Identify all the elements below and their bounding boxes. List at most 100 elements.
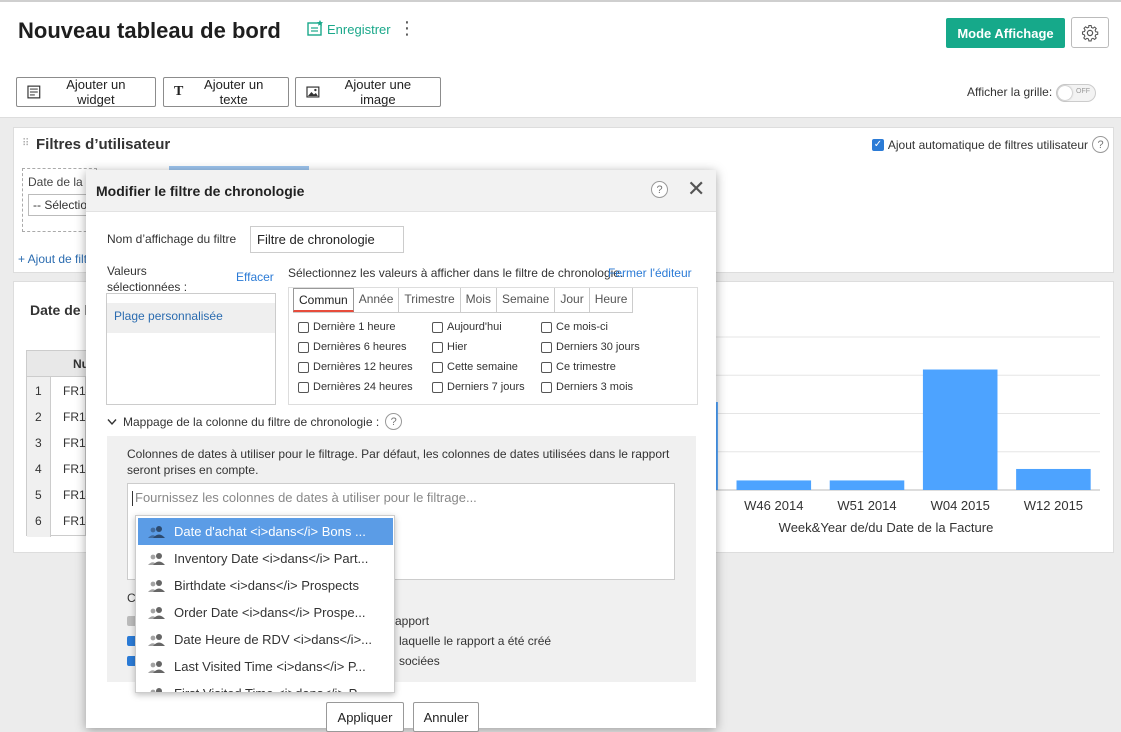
selected-value-item[interactable]: Plage personnalisée (107, 303, 275, 333)
period-option[interactable]: Derniers 3 mois (541, 381, 633, 393)
dialog-help-icon[interactable]: ? (651, 181, 668, 198)
chart-bar[interactable] (922, 369, 998, 490)
date-column-option[interactable]: Date d'achat <i>dans</i> Bons ... (138, 518, 393, 545)
drag-handle-icon[interactable]: ⠿ (22, 138, 29, 149)
user-icon (148, 579, 165, 592)
date-column-option[interactable]: Last Visited Time <i>dans</i> P... (138, 653, 393, 680)
date-column-option[interactable]: Inventory Date <i>dans</i> Part... (138, 545, 393, 572)
save-label: Enregistrer (327, 21, 391, 37)
display-name-label: Nom d’affichage du filtre (107, 232, 237, 246)
tab-6[interactable]: Heure (590, 288, 634, 312)
option-text-2: laquelle le rapport a été créé (399, 634, 552, 648)
option-text-3: sociées (399, 654, 440, 668)
add-image-button[interactable]: Ajouter une image (295, 77, 441, 107)
period-option-label: Cette semaine (447, 361, 518, 373)
filters-title: Filtres d’utilisateur (36, 136, 171, 153)
tab-5[interactable]: Jour (555, 288, 590, 312)
date-column-label: Date d'achat <i>dans</i> Bons ... (174, 524, 366, 539)
tab-0[interactable]: Commun (293, 288, 354, 312)
period-option[interactable]: Dernière 1 heure (298, 321, 396, 333)
period-option-label: Derniers 3 mois (556, 381, 634, 393)
display-name-input[interactable] (250, 226, 404, 253)
chart-bar[interactable] (736, 480, 812, 490)
date-columns-placeholder: Fournissez les colonnes de dates à utili… (135, 490, 477, 505)
period-tab-strip: Commun Année Trimestre Mois Semaine Jour Heure (293, 288, 634, 313)
x-axis-label: Week&Year de/du Date de la Facture (779, 520, 994, 535)
clear-link[interactable]: Effacer (236, 270, 274, 284)
chart-bar[interactable] (829, 480, 905, 490)
period-option-label: Hier (447, 341, 468, 353)
period-option[interactable]: Aujourd'hui (432, 321, 502, 333)
user-icon (148, 525, 165, 538)
toggle-state: OFF (1076, 88, 1090, 95)
period-option-checkbox[interactable] (541, 341, 552, 353)
x-tick-label: W12 2015 (1024, 498, 1083, 513)
period-option-checkbox[interactable] (432, 341, 443, 353)
add-widget-button[interactable]: Ajouter un widget (16, 77, 156, 107)
add-widget-label: Ajouter un widget (66, 77, 126, 107)
tab-3[interactable]: Mois (461, 288, 497, 312)
period-option[interactable]: Dernières 12 heures (298, 361, 413, 373)
date-column-option[interactable]: Order Date <i>dans</i> Prospe... (138, 599, 393, 626)
period-option[interactable]: Dernières 6 heures (298, 341, 407, 353)
period-option-checkbox[interactable] (298, 361, 309, 373)
chevron-down-icon (107, 418, 117, 425)
period-option-label: Derniers 7 jours (447, 381, 525, 393)
date-column-option[interactable]: Date Heure de RDV <i>dans</i>... (138, 626, 393, 653)
period-option-checkbox[interactable] (432, 321, 443, 333)
view-mode-button[interactable]: Mode Affichage (946, 18, 1065, 48)
dialog-header: Modifier le filtre de chronologie ? ✕ (86, 170, 716, 212)
auto-filter-option[interactable]: ✓ Ajout automatique de filtres utilisate… (871, 136, 1109, 153)
more-options-icon[interactable]: ⋮ (398, 18, 416, 39)
period-option-label: Ce trimestre (556, 361, 616, 373)
user-icon (148, 660, 165, 673)
mapping-help-icon[interactable]: ? (385, 413, 403, 430)
save-icon (307, 20, 323, 36)
x-tick-label: W04 2015 (931, 498, 990, 513)
period-option-label: Ce mois-ci (556, 321, 608, 333)
period-option[interactable]: Hier (432, 341, 467, 353)
period-option-checkbox[interactable] (541, 361, 552, 373)
close-icon[interactable]: ✕ (687, 178, 705, 200)
period-option-label: Dernières 12 heures (313, 361, 413, 373)
date-column-label: Birthdate <i>dans</i> Prospects (174, 578, 360, 593)
mapping-section-toggle[interactable]: Mappage de la colonne du filtre de chron… (107, 413, 403, 430)
period-option-checkbox[interactable] (298, 381, 309, 393)
period-option-checkbox[interactable] (541, 321, 552, 333)
period-option[interactable]: Dernières 24 heures (298, 381, 413, 393)
period-option[interactable]: Derniers 30 jours (541, 341, 640, 353)
chart-bar[interactable] (1016, 468, 1091, 490)
period-option[interactable]: Derniers 7 jours (432, 381, 525, 393)
selected-values-list: Plage personnalisée (106, 293, 276, 405)
period-option[interactable]: Cette semaine (432, 361, 518, 373)
date-column-option[interactable]: Birthdate <i>dans</i> Prospects (138, 572, 393, 599)
dialog-title: Modifier le filtre de chronologie (96, 183, 305, 199)
period-option-checkbox[interactable] (432, 361, 443, 373)
date-column-option[interactable]: First Visited Time <i>dans</i> P... (138, 680, 393, 692)
period-option-checkbox[interactable] (432, 381, 443, 393)
period-option[interactable]: Ce trimestre (541, 361, 616, 373)
text-caret (132, 491, 133, 507)
tab-4[interactable]: Semaine (497, 288, 556, 312)
grid-toggle[interactable]: OFF (1056, 84, 1096, 102)
help-icon[interactable]: ? (1092, 136, 1109, 153)
save-button[interactable]: Enregistrer (306, 20, 391, 38)
auto-filter-checkbox[interactable]: ✓ (871, 138, 884, 151)
period-option-label: Dernière 1 heure (313, 321, 396, 333)
tab-2[interactable]: Trimestre (399, 288, 461, 312)
dashboard-header: Nouveau tableau de bord Enregistrer ⋮ Mo… (0, 0, 1121, 118)
period-option-checkbox[interactable] (541, 381, 552, 393)
close-editor-link[interactable]: Fermer l'éditeur (608, 266, 692, 280)
date-column-label: Last Visited Time <i>dans</i> P... (174, 659, 366, 674)
tab-1[interactable]: Année (354, 288, 400, 312)
user-icon (148, 552, 165, 565)
add-text-button[interactable]: T Ajouter un texte (163, 77, 289, 107)
user-icon (148, 606, 165, 619)
add-text-label: Ajouter un texte (204, 77, 264, 107)
period-option-checkbox[interactable] (298, 321, 309, 333)
period-option-checkbox[interactable] (298, 341, 309, 353)
period-option-label: Dernières 6 heures (313, 341, 407, 353)
period-option[interactable]: Ce mois-ci (541, 321, 608, 333)
settings-button[interactable] (1071, 17, 1109, 48)
choose-values-label: Sélectionnez les valeurs à afficher dans… (288, 266, 624, 280)
